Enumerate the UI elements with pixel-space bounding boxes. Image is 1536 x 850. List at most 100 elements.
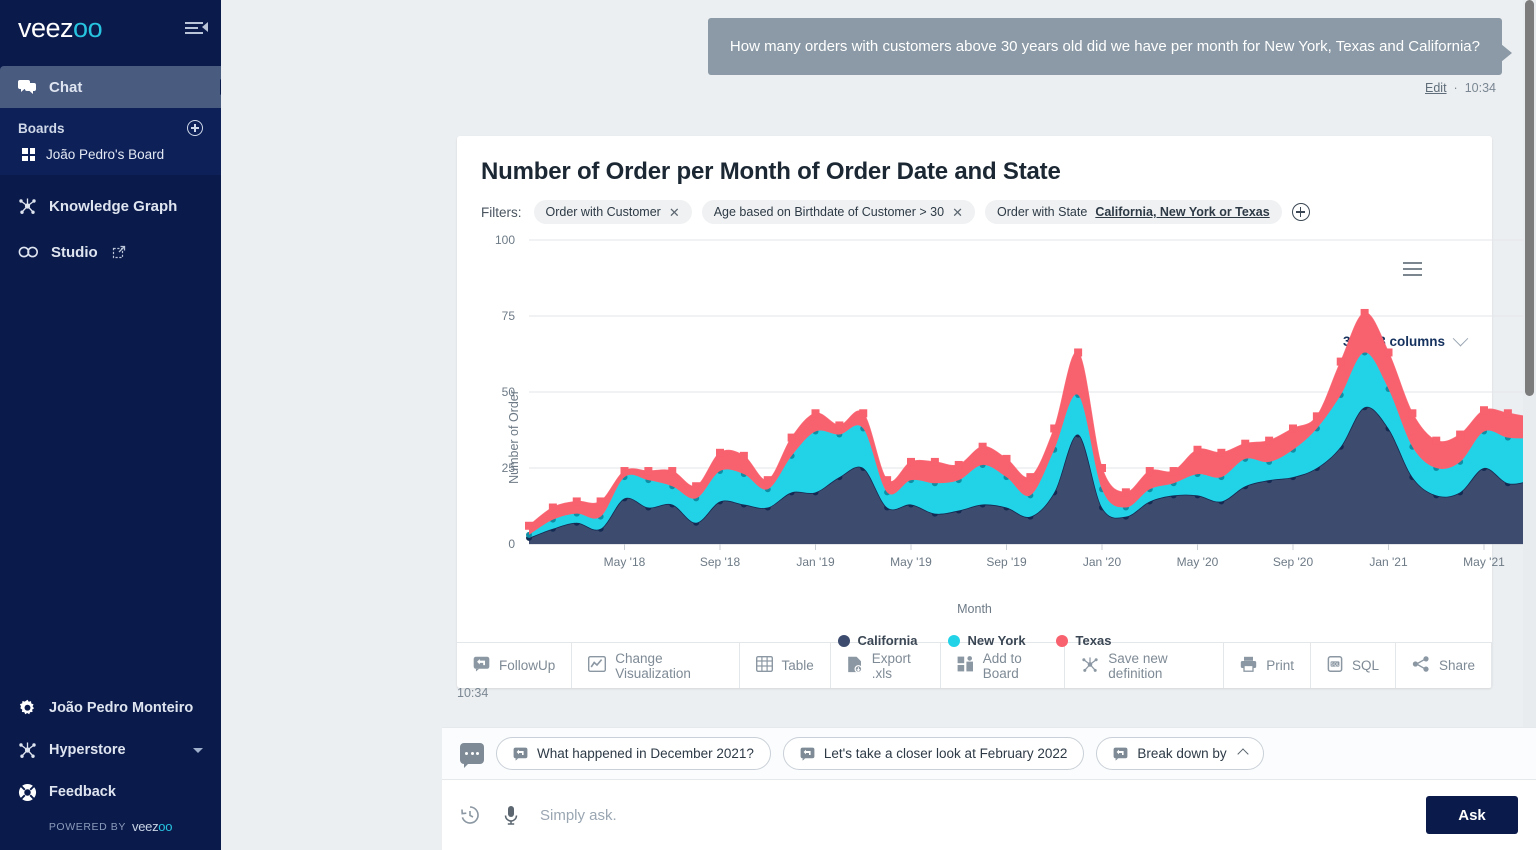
- toolbar-item-add-to-board[interactable]: Add to Board: [941, 643, 1066, 688]
- toolbar-item-label: Save new definition: [1108, 651, 1207, 681]
- legend-color-dot: [838, 635, 850, 647]
- filter-chip-label: Order with Customer: [546, 205, 661, 219]
- chart-line-icon: [588, 656, 606, 675]
- app-root: veezoo Chat Boards: [0, 0, 1536, 850]
- powered-by-label: POWERED BY: [49, 821, 126, 833]
- toolbar-item-table[interactable]: Table: [740, 643, 831, 688]
- ask-bar: Ask: [442, 779, 1536, 850]
- add-board-icon[interactable]: [187, 120, 203, 136]
- message-meta: Edit · 10:34: [221, 75, 1536, 95]
- legend-label: California: [858, 633, 918, 648]
- suggestion-chip-december-2021[interactable]: What happened in December 2021?: [496, 737, 771, 770]
- history-clock-icon[interactable]: [458, 803, 482, 827]
- sidebar-item-label-knowledge-graph: Knowledge Graph: [49, 198, 177, 215]
- svg-text:Jan '21: Jan '21: [1369, 555, 1408, 569]
- toolbar-item-label: Export .xls: [872, 651, 924, 681]
- collapse-menu-icon[interactable]: [185, 19, 205, 37]
- main-panel: How many orders with customers above 30 …: [221, 0, 1536, 850]
- sidebar-top: veezoo Chat Boards: [0, 0, 221, 273]
- knowledge-graph-icon-small: [18, 741, 37, 759]
- chart-x-axis-label: Month: [457, 602, 1492, 616]
- chart-legend: California New York Texas: [457, 633, 1492, 648]
- filter-chip-age[interactable]: Age based on Birthdate of Customer > 30 …: [702, 200, 975, 224]
- sidebar-item-feedback[interactable]: Feedback: [0, 771, 221, 813]
- sidebar-user-label: João Pedro Monteiro: [49, 700, 193, 716]
- svg-text:Sep '19: Sep '19: [986, 555, 1027, 569]
- chart-container: Number of Order 0255075100May '18Sep '18…: [457, 232, 1492, 642]
- sidebar-item-knowledge-graph[interactable]: Knowledge Graph: [0, 185, 221, 227]
- logo-text-cyan: oo: [73, 13, 102, 43]
- user-message-row: How many orders with customers above 30 …: [221, 0, 1536, 75]
- followup-icon: [1113, 747, 1128, 761]
- toolbar-item-label: SQL: [1352, 658, 1379, 673]
- chevron-up-icon[interactable]: [1237, 748, 1248, 759]
- legend-item-texas[interactable]: Texas: [1056, 633, 1112, 648]
- svg-text:Sep '20: Sep '20: [1273, 555, 1314, 569]
- filter-chip-order-with-customer[interactable]: Order with Customer ✕: [534, 200, 692, 224]
- toolbar-item-print[interactable]: Print: [1224, 643, 1311, 688]
- legend-item-california[interactable]: California: [838, 633, 918, 648]
- sidebar: veezoo Chat Boards: [0, 0, 221, 850]
- toolbar-item-sql[interactable]: SQLSQL: [1311, 643, 1396, 688]
- sidebar-item-user[interactable]: João Pedro Monteiro: [0, 687, 221, 729]
- svg-text:Jan '19: Jan '19: [796, 555, 835, 569]
- sidebar-workspace-label: Hyperstore: [49, 742, 126, 758]
- followup-icon: [473, 656, 490, 675]
- boards-label: Boards: [18, 121, 65, 136]
- suggestion-label: What happened in December 2021?: [537, 746, 754, 761]
- remove-filter-icon[interactable]: ✕: [952, 206, 963, 219]
- toolbar-item-change-visualization[interactable]: Change Visualization: [572, 643, 739, 688]
- scrollbar-thumb[interactable]: [1525, 0, 1534, 396]
- svg-text:0: 0: [508, 537, 515, 551]
- answer-card-header: Number of Order per Month of Order Date …: [457, 136, 1492, 224]
- filter-chip-label: Age based on Birthdate of Customer > 30: [714, 205, 944, 219]
- toolbar-item-export-xls[interactable]: Export .xls: [831, 643, 941, 688]
- lifebuoy-icon: [18, 783, 37, 802]
- suggestion-label: Break down by: [1137, 746, 1226, 761]
- filter-chip-value: California, New York or Texas: [1095, 205, 1269, 219]
- scrollbar-track[interactable]: [1523, 0, 1536, 779]
- svg-text:May '20: May '20: [1177, 555, 1219, 569]
- microphone-icon[interactable]: [500, 803, 522, 827]
- powered-logo-cyan: oo: [158, 819, 172, 834]
- board-grid-icon: [22, 148, 35, 161]
- toolbar-item-label: Print: [1266, 658, 1294, 673]
- sidebar-header: veezoo: [0, 0, 221, 56]
- suggestion-label: Let's take a closer look at February 202…: [824, 746, 1067, 761]
- user-message-bubble: How many orders with customers above 30 …: [708, 18, 1502, 75]
- chevron-down-icon[interactable]: [193, 748, 203, 753]
- answer-toolbar: FollowUp Change Visualization Table Export …: [457, 642, 1492, 688]
- add-filter-icon[interactable]: [1292, 203, 1310, 221]
- sidebar-board-item[interactable]: João Pedro's Board: [0, 142, 221, 167]
- svg-text:May '21: May '21: [1463, 555, 1505, 569]
- sidebar-item-chat[interactable]: Chat: [0, 66, 221, 108]
- svg-text:Jan '20: Jan '20: [1083, 555, 1122, 569]
- search-input[interactable]: [540, 807, 1408, 824]
- legend-item-new-york[interactable]: New York: [948, 633, 1026, 648]
- toolbar-item-followup[interactable]: FollowUp: [457, 643, 572, 688]
- chart-menu-icon[interactable]: [1403, 262, 1422, 276]
- svg-text:75: 75: [502, 309, 516, 323]
- sidebar-item-label-studio: Studio: [51, 244, 98, 261]
- powered-logo-white: veez: [132, 819, 158, 834]
- filter-chip-state[interactable]: Order with State California, New York or…: [985, 200, 1282, 224]
- sidebar-item-workspace[interactable]: Hyperstore: [0, 729, 221, 771]
- chart-y-axis-label: Number of Order: [507, 390, 521, 484]
- toolbar-item-share[interactable]: Share: [1396, 643, 1492, 688]
- external-link-icon[interactable]: [112, 245, 126, 259]
- svg-text:May '19: May '19: [890, 555, 932, 569]
- ask-button[interactable]: Ask: [1426, 796, 1518, 834]
- svg-text:100: 100: [495, 233, 515, 247]
- toolbar-item-save-new-definition[interactable]: Save new definition: [1065, 643, 1224, 688]
- remove-filter-icon[interactable]: ✕: [669, 206, 680, 219]
- edit-message-button[interactable]: Edit: [1425, 81, 1447, 95]
- toolbar-item-label: Add to Board: [983, 651, 1049, 681]
- legend-color-dot: [1056, 635, 1068, 647]
- toolbar-item-label: Change Visualization: [615, 651, 722, 681]
- suggestion-chip-february-2022[interactable]: Let's take a closer look at February 202…: [783, 737, 1084, 770]
- sidebar-item-studio[interactable]: Studio: [0, 231, 221, 273]
- filters-row: Filters: Order with Customer ✕ Age based…: [481, 200, 1468, 224]
- chat-icon: [18, 79, 37, 96]
- stacked-area-chart[interactable]: 0255075100May '18Sep '18Jan '19May '19Se…: [457, 232, 1536, 592]
- suggestion-chip-break-down-by[interactable]: Break down by: [1096, 737, 1263, 770]
